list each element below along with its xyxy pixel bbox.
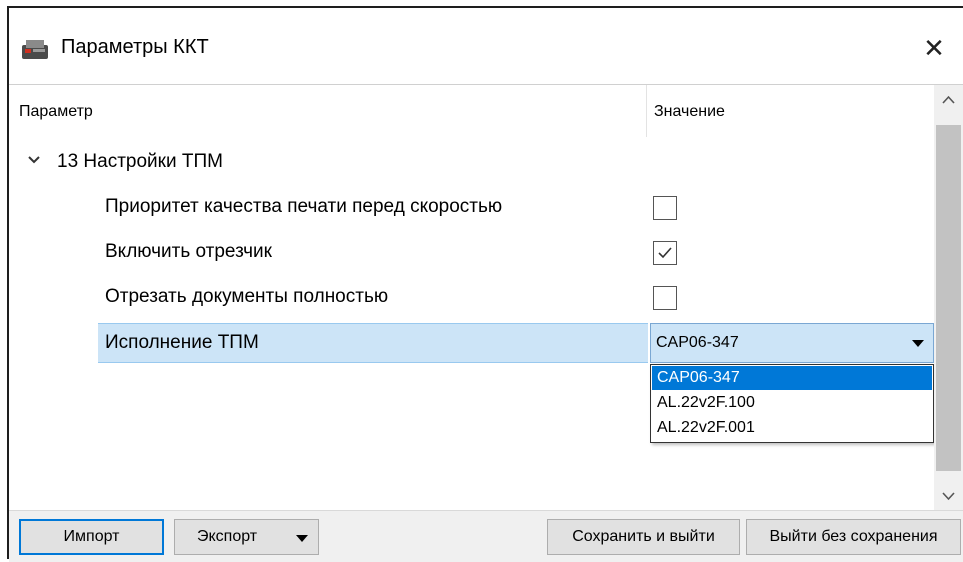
grid-header: Параметр Значение — [9, 85, 934, 137]
param-row-cutter[interactable]: Включить отрезчик — [9, 233, 934, 273]
scroll-down-icon[interactable] — [934, 481, 963, 511]
tpm-version-dropdown-list: CAP06-347 AL.22v2F.100 AL.22v2F.001 — [650, 364, 934, 443]
dropdown-option[interactable]: AL.22v2F.001 — [652, 416, 932, 440]
dropdown-option[interactable]: CAP06-347 — [652, 366, 932, 390]
param-label: Отрезать документы полностью — [105, 286, 389, 307]
param-row-print-quality[interactable]: Приоритет качества печати перед скорость… — [9, 188, 934, 228]
title-bar: Параметры ККТ ✕ — [9, 8, 963, 84]
import-button[interactable]: Импорт — [19, 519, 164, 555]
select-value: CAP06-347 — [656, 334, 739, 351]
export-button[interactable]: Экспорт — [174, 519, 319, 555]
parameters-grid: Параметр Значение 13 Настройки ТПМ Приор… — [9, 84, 963, 511]
print-quality-checkbox[interactable] — [653, 196, 677, 220]
scrollbar-thumb[interactable] — [936, 125, 961, 471]
dialog-window: Параметры ККТ ✕ Параметр Значение 13 Нас… — [7, 6, 963, 562]
param-row-tpm-version[interactable]: Исполнение ТПМ CAP06-347 — [9, 323, 934, 363]
param-label: Исполнение ТПМ — [105, 332, 259, 353]
tpm-version-select[interactable]: CAP06-347 — [650, 323, 934, 363]
column-header-value[interactable]: Значение — [654, 103, 725, 121]
vertical-scrollbar[interactable] — [934, 85, 963, 511]
column-divider[interactable] — [646, 85, 647, 137]
export-label: Экспорт — [197, 528, 258, 545]
printer-icon — [21, 39, 49, 61]
column-header-parameter[interactable]: Параметр — [19, 103, 93, 121]
scroll-up-icon[interactable] — [934, 85, 963, 115]
chevron-down-icon[interactable] — [27, 153, 41, 167]
close-icon[interactable]: ✕ — [914, 28, 954, 68]
checkmark-icon — [658, 247, 672, 259]
exit-without-saving-button[interactable]: Выйти без сохранения — [746, 519, 961, 555]
param-label: Включить отрезчик — [105, 241, 272, 262]
window-title: Параметры ККТ — [61, 36, 209, 58]
button-bar: Импорт Экспорт Сохранить и выйти Выйти б… — [9, 510, 963, 562]
group-row[interactable]: 13 Настройки ТПМ — [9, 143, 934, 183]
param-row-full-cut[interactable]: Отрезать документы полностью — [9, 278, 934, 318]
cutter-checkbox[interactable] — [653, 241, 677, 265]
dropdown-option[interactable]: AL.22v2F.100 — [652, 391, 932, 415]
full-cut-checkbox[interactable] — [653, 286, 677, 310]
dropdown-arrow-icon[interactable] — [912, 340, 924, 347]
dropdown-arrow-icon[interactable] — [296, 535, 308, 542]
save-and-exit-button[interactable]: Сохранить и выйти — [547, 519, 740, 555]
group-label: 13 Настройки ТПМ — [57, 151, 223, 172]
param-label: Приоритет качества печати перед скорость… — [105, 196, 503, 217]
